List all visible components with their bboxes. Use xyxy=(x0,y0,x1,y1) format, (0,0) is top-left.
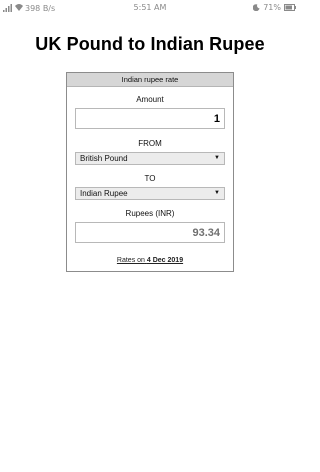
converter-card: Indian rupee rate Amount 1 FROM British … xyxy=(66,72,234,272)
to-currency-select[interactable]: Indian Rupee ▼ xyxy=(75,187,225,200)
rupees-label: Rupees (INR) xyxy=(125,209,175,218)
status-right: 71% xyxy=(253,3,296,12)
converter-header: Indian rupee rate xyxy=(67,73,233,87)
to-currency-value: Indian Rupee xyxy=(80,189,128,198)
rates-date-link[interactable]: Rates on 4 Dec 2019 xyxy=(67,257,233,264)
rates-date: 4 Dec 2019 xyxy=(146,257,184,264)
chevron-down-icon: ▼ xyxy=(214,155,220,161)
page-title: UK Pound to Indian Rupee xyxy=(35,34,265,54)
amount-input[interactable]: 1 xyxy=(75,108,225,129)
amount-label: Amount xyxy=(136,95,164,104)
rates-prefix: Rates on xyxy=(116,257,145,264)
status-bar: 398 B/s 5:51 AM 71% xyxy=(0,0,300,16)
from-label: FROM xyxy=(138,139,162,148)
to-label: TO xyxy=(144,174,156,183)
moon-icon xyxy=(253,4,260,11)
chevron-down-icon: ▼ xyxy=(214,190,220,196)
battery-percent: 71% xyxy=(263,3,281,12)
from-currency-select[interactable]: British Pound ▼ xyxy=(75,152,225,165)
rupees-result-field[interactable]: 93.34 xyxy=(75,222,225,243)
from-currency-value: British Pound xyxy=(80,154,128,163)
battery-icon xyxy=(284,4,296,11)
